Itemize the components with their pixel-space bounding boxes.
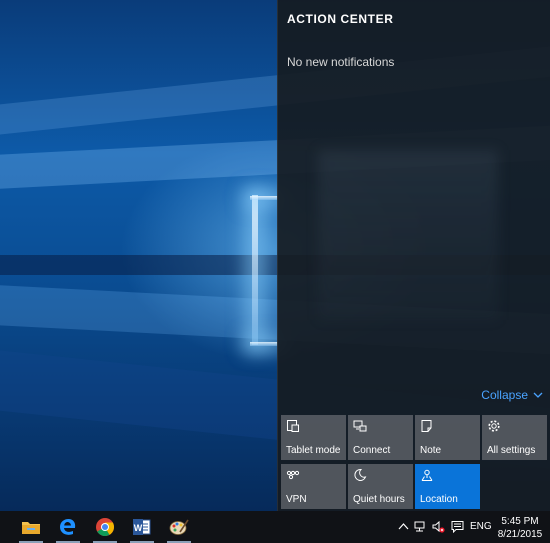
edge-icon [60, 519, 76, 535]
tile-label: All settings [487, 445, 536, 456]
windows-logo-glow [252, 195, 258, 345]
collapse-label: Collapse [481, 388, 528, 402]
windows-logo-glow [250, 196, 278, 200]
tile-connect[interactable]: Connect [348, 415, 413, 460]
windows-logo-glow [250, 342, 278, 346]
clock-date: 8/21/2015 [497, 529, 543, 540]
vpn-icon [286, 470, 300, 480]
volume-muted-icon[interactable] [432, 520, 445, 533]
action-center-panel: ACTION CENTER No new notifications Colla… [277, 0, 550, 511]
no-notifications-message: No new notifications [287, 55, 395, 69]
taskbar-app-chrome[interactable] [92, 515, 118, 543]
action-center-title: ACTION CENTER [287, 12, 394, 26]
tile-label: Connect [353, 445, 391, 456]
tile-label: Location [420, 494, 458, 505]
taskbar: W ENG 5:45 PM 8/21/2015 [0, 511, 550, 543]
clock[interactable]: 5:45 PM 8/21/2015 [496, 515, 544, 541]
taskbar-app-edge[interactable] [55, 515, 81, 543]
paint-icon [169, 519, 189, 535]
network-icon[interactable] [414, 520, 427, 533]
moon-icon [354, 468, 367, 481]
taskbar-app-word[interactable]: W [129, 515, 155, 543]
tile-note[interactable]: Note [415, 415, 480, 460]
taskbar-app-paint[interactable] [166, 515, 192, 543]
chrome-icon [96, 518, 115, 537]
tile-quiet-hours[interactable]: Quiet hours [348, 464, 413, 509]
chevron-up-icon[interactable] [397, 520, 410, 533]
tile-label: Note [420, 445, 442, 456]
input-language[interactable]: ENG [470, 521, 492, 532]
location-icon [421, 469, 433, 481]
taskbar-app-file-explorer[interactable] [18, 515, 44, 543]
gear-icon [488, 420, 500, 432]
chevron-down-icon [533, 392, 543, 398]
tile-label: VPN [286, 494, 307, 505]
tile-location[interactable]: Location [415, 464, 480, 509]
clock-time: 5:45 PM [501, 516, 539, 527]
tile-all-settings[interactable]: All settings [482, 415, 547, 460]
panel-background-blur [318, 150, 498, 320]
tile-label: Tablet mode [286, 445, 341, 456]
tile-label: Quiet hours [353, 494, 405, 505]
action-center-icon[interactable] [451, 520, 464, 533]
tile-vpn[interactable]: VPN [281, 464, 346, 509]
tablet-mode-icon [287, 420, 299, 432]
svg-text:W: W [134, 523, 143, 533]
collapse-button[interactable]: Collapse [481, 388, 543, 402]
note-icon [421, 420, 432, 432]
connect-icon [353, 420, 367, 432]
folder-icon [22, 522, 40, 534]
word-icon: W [133, 519, 151, 535]
tile-tablet-mode[interactable]: Tablet mode [281, 415, 346, 460]
